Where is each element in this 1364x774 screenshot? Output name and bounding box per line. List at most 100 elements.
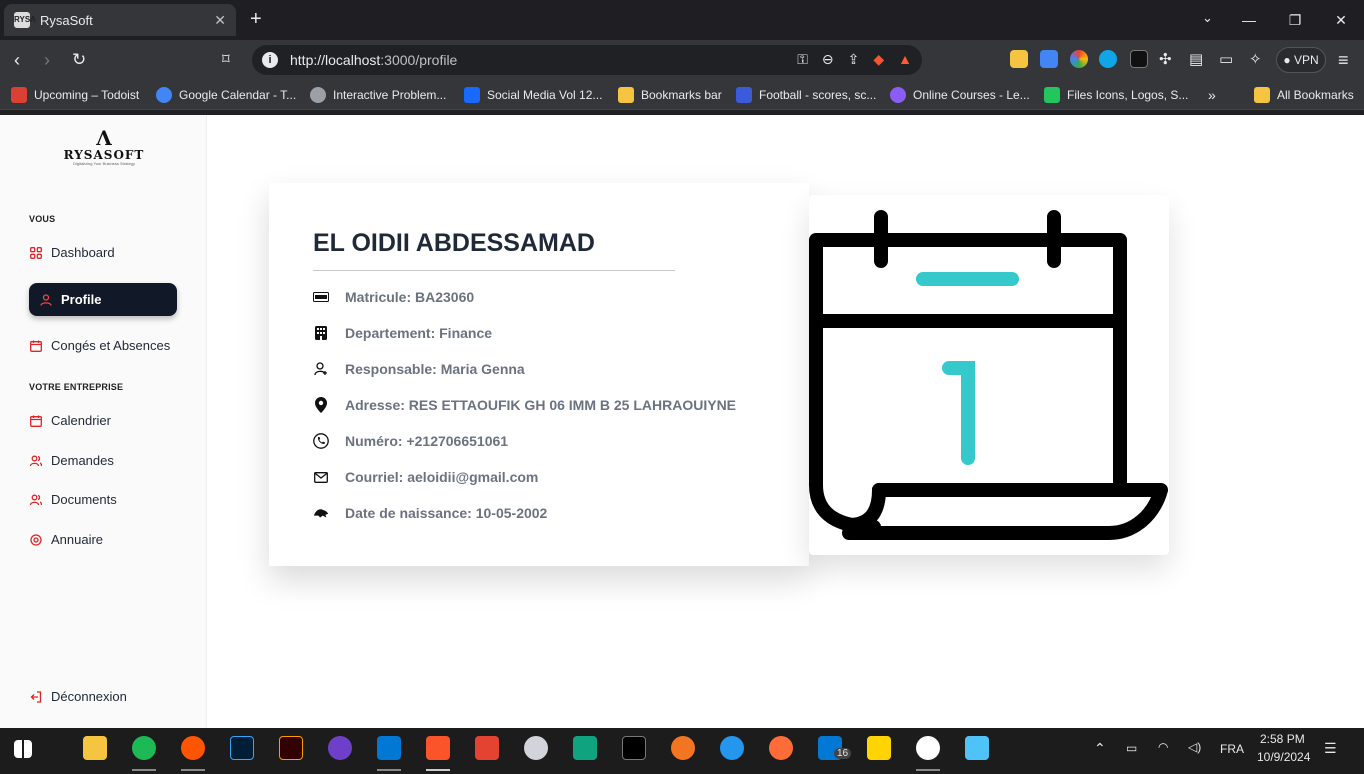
info-row-responsable: Responsable: Maria Genna — [313, 361, 525, 377]
spotify-icon[interactable] — [132, 736, 156, 760]
clock-date[interactable]: 10/9/2024 — [1257, 750, 1310, 764]
back-arrow-icon[interactable]: ‹ — [14, 50, 20, 70]
paint-icon[interactable] — [524, 736, 548, 760]
calendar-page-icon — [809, 210, 1168, 540]
users-icon — [29, 493, 43, 507]
info-value: Matricule: BA23060 — [345, 289, 475, 305]
brave-rewards-icon[interactable]: ▲ — [898, 51, 912, 68]
menu-icon[interactable]: ≡ — [1338, 50, 1349, 70]
sidebar-item-calendrier[interactable]: Calendrier — [29, 413, 111, 428]
xm-icon[interactable] — [622, 736, 646, 760]
udemy-icon — [890, 87, 906, 103]
close-window-button[interactable]: ✕ — [1318, 0, 1364, 40]
flaticon-icon — [1044, 87, 1060, 103]
windows-start-icon[interactable] — [14, 740, 32, 758]
wifi-icon[interactable]: ◠ — [1158, 740, 1168, 754]
extensions-puzzle-icon[interactable]: ✣ — [1159, 50, 1172, 70]
browser-tab[interactable]: RYSA RysaSoft ✕ — [4, 4, 236, 36]
new-tab-button[interactable]: + — [250, 9, 262, 29]
sidebar-toggle-icon[interactable]: ▤ — [1189, 50, 1203, 70]
location-pin-icon — [313, 397, 329, 413]
behance-icon — [464, 87, 480, 103]
sidebar-item-profile[interactable]: Profile — [29, 283, 177, 316]
brave-browser-icon[interactable] — [426, 736, 450, 760]
photoshop-icon[interactable] — [230, 736, 254, 760]
extension-translate-icon[interactable] — [1040, 50, 1058, 68]
restore-button[interactable]: ❐ — [1272, 0, 1318, 40]
globe-icon — [310, 87, 326, 103]
share-icon[interactable]: ⇪ — [848, 51, 860, 68]
id-card-icon — [313, 289, 329, 305]
sidebar-item-conges[interactable]: Congés et Absences — [29, 338, 170, 353]
url-text[interactable]: http://localhost:3000/profile — [290, 52, 457, 68]
soundcloud-icon[interactable] — [181, 736, 205, 760]
bookmark-item[interactable]: Google Calendar - T... — [156, 87, 296, 103]
logout-icon — [29, 690, 43, 704]
sidebar-item-documents[interactable]: Documents — [29, 492, 117, 507]
crunchyroll-icon[interactable] — [671, 736, 695, 760]
extension-shazam-icon[interactable] — [1099, 50, 1117, 68]
clock-time[interactable]: 2:58 PM — [1260, 732, 1305, 746]
extension-wallet-icon[interactable] — [1010, 50, 1028, 68]
sidebar: Λ RYSASOFT Digitalizing Your Business St… — [0, 115, 207, 728]
info-row-adresse: Adresse: RES ETTAOUFIK GH 06 IMM B 25 LA… — [313, 397, 736, 413]
info-value: Numéro: +212706651061 — [345, 433, 509, 449]
github-desktop-icon[interactable] — [328, 736, 352, 760]
bookmark-item[interactable]: Social Media Vol 12... — [464, 87, 602, 103]
browser-tab-strip: RYSA RysaSoft ✕ + ⌄ — ❐ ✕ — [0, 0, 1364, 40]
bookmark-item[interactable]: Interactive Problem... — [310, 87, 446, 103]
rysasoft-logo[interactable]: Λ RYSASOFT Digitalizing Your Business St… — [62, 127, 146, 171]
key-icon[interactable]: ⚿ — [797, 51, 808, 68]
minimize-button[interactable]: — — [1226, 0, 1272, 40]
more-bookmarks-chevron-icon[interactable]: » — [1208, 87, 1216, 103]
info-value: Departement: Finance — [345, 325, 493, 341]
close-tab-icon[interactable]: ✕ — [214, 12, 226, 29]
wallet-icon[interactable]: ▭ — [1219, 50, 1233, 70]
language-indicator[interactable]: FRA — [1220, 742, 1244, 756]
bookmark-item[interactable]: Online Courses - Le... — [890, 87, 1030, 103]
all-bookmarks-folder[interactable]: All Bookmarks — [1254, 87, 1354, 103]
vpn-button[interactable]: ● VPN — [1276, 47, 1326, 73]
section-label-vous: VOUS — [29, 214, 56, 224]
notifications-icon[interactable]: ☰ — [1324, 740, 1337, 757]
tab-title: RysaSoft — [40, 12, 93, 28]
site-info-icon[interactable]: i — [262, 52, 278, 68]
mongodb-compass-icon[interactable] — [916, 736, 940, 760]
sidebar-item-demandes[interactable]: Demandes — [29, 453, 114, 468]
vpn-label: VPN — [1293, 53, 1319, 67]
chevron-up-icon[interactable]: ⌃ — [1094, 740, 1106, 757]
battery-icon[interactable]: ▭ — [1126, 741, 1137, 755]
forward-arrow-icon[interactable]: › — [44, 50, 50, 70]
brave-shields-icon[interactable]: ◆ — [873, 51, 884, 68]
bookmark-item[interactable]: Files Icons, Logos, S... — [1044, 87, 1188, 103]
extension-color-picker-icon[interactable] — [1070, 50, 1088, 68]
bookmark-item[interactable]: Upcoming – Todoist — [11, 87, 139, 103]
logo-tagline: Digitalizing Your Business Strategy — [73, 161, 135, 166]
bookmark-folder[interactable]: Bookmarks bar — [618, 87, 722, 103]
sticky-notes-icon[interactable] — [867, 736, 891, 760]
logo-mark: Λ — [96, 126, 112, 150]
sidebar-item-annuaire[interactable]: Annuaire — [29, 532, 103, 547]
reload-icon[interactable]: ↻ — [72, 50, 86, 70]
vscode-icon[interactable] — [377, 736, 401, 760]
address-bar[interactable]: i http://localhost:3000/profile ⚿ ⊖ ⇪ ◆ … — [252, 45, 922, 75]
zoom-icon[interactable]: ⊖ — [822, 51, 834, 68]
info-row-matricule: Matricule: BA23060 — [313, 289, 474, 305]
logout-button[interactable]: Déconnexion — [29, 689, 127, 704]
illustrator-icon[interactable] — [279, 736, 303, 760]
remote-desktop-icon[interactable] — [965, 736, 989, 760]
extension-chatgpt-icon[interactable] — [1130, 50, 1148, 68]
info-value: Adresse: RES ETTAOUFIK GH 06 IMM B 25 LA… — [345, 397, 737, 413]
grid-icon — [29, 246, 43, 260]
docker-icon[interactable] — [720, 736, 744, 760]
google-calendar-icon — [156, 87, 172, 103]
file-explorer-icon[interactable] — [83, 736, 107, 760]
bookmark-item[interactable]: Football - scores, sc... — [736, 87, 876, 103]
sidebar-item-dashboard[interactable]: Dashboard — [29, 245, 115, 260]
todoist-icon[interactable] — [475, 736, 499, 760]
leo-ai-icon[interactable]: ✧ — [1249, 50, 1262, 70]
volume-icon[interactable]: ◁) — [1188, 740, 1201, 754]
postman-icon[interactable] — [769, 736, 793, 760]
bookmark-icon[interactable]: ⌑ — [222, 50, 230, 70]
chatgpt-icon[interactable] — [573, 736, 597, 760]
